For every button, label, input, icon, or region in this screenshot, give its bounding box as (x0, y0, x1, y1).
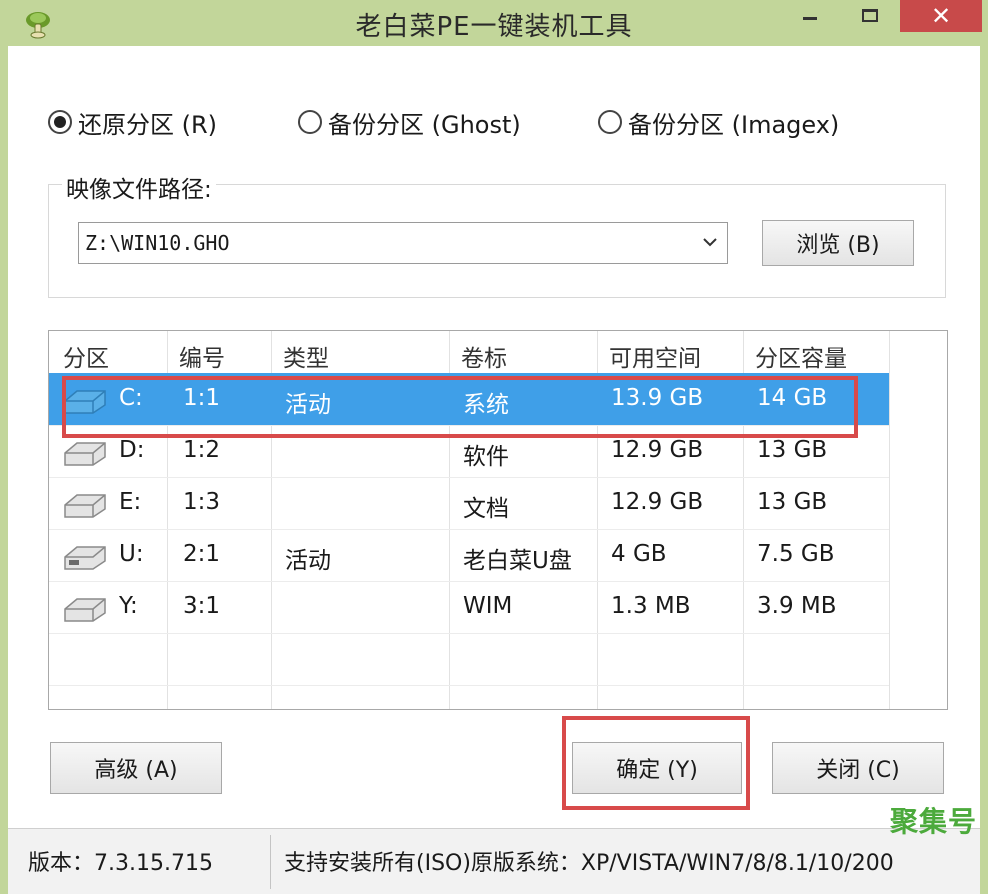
radio-unselected-icon (298, 110, 322, 134)
status-divider (270, 835, 271, 889)
table-row-d[interactable]: D: 1:2 软件 12.9 GB 13 GB (49, 425, 889, 477)
maximize-icon (862, 8, 878, 22)
cell-capacity: 13 GB (757, 437, 828, 463)
column-header-type[interactable]: 类型 (283, 339, 329, 373)
cell-free: 1.3 MB (611, 593, 691, 619)
image-path-value: Z:\WIN10.GHO (85, 231, 230, 255)
cell-type: 活动 (285, 392, 331, 418)
column-header-capacity[interactable]: 分区容量 (755, 339, 847, 373)
cell-number: 1:3 (183, 489, 221, 515)
cell-label: WIM (463, 593, 513, 619)
title-bar[interactable]: 老白菜PE一键装机工具 ✕ (8, 0, 982, 46)
hard-drive-icon (64, 390, 106, 414)
chevron-down-icon[interactable] (701, 233, 719, 251)
cell-label: 文档 (463, 496, 509, 522)
cell-number: 1:1 (183, 385, 221, 411)
cell-number: 3:1 (183, 593, 221, 619)
row-divider (49, 529, 889, 530)
maximize-button[interactable] (850, 0, 890, 30)
close-icon: ✕ (930, 2, 952, 30)
image-path-label: 映像文件路径: (62, 170, 216, 204)
cell-number: 1:2 (183, 437, 221, 463)
minimize-icon (803, 16, 817, 20)
radio-backup-imagex[interactable]: 备份分区 (Imagex) (598, 106, 840, 139)
cell-type: 活动 (285, 548, 331, 574)
cell-drive: U: (119, 541, 144, 567)
cell-drive: E: (119, 489, 142, 515)
radio-backup-ghost[interactable]: 备份分区 (Ghost) (298, 106, 521, 139)
row-divider (49, 477, 889, 478)
window-title: 老白菜PE一键装机工具 (355, 12, 633, 42)
table-row-c[interactable]: C: 1:1 活动 系统 13.9 GB 14 GB (49, 373, 889, 425)
cell-free: 4 GB (611, 541, 667, 567)
status-bar: 版本：7.3.15.715 支持安装所有(ISO)原版系统：XP/VISTA/W… (8, 828, 980, 894)
watermark-text: 聚集号 (890, 805, 978, 838)
row-divider (49, 581, 889, 582)
column-divider (889, 331, 890, 709)
cell-drive: Y: (119, 593, 138, 619)
cell-label: 系统 (463, 392, 509, 418)
cell-number: 2:1 (183, 541, 221, 567)
table-row-e[interactable]: E: 1:3 文档 12.9 GB 13 GB (49, 477, 889, 529)
ok-button[interactable]: 确定 (Y) (572, 742, 742, 794)
column-header-free-space[interactable]: 可用空间 (609, 339, 701, 373)
minimize-button[interactable] (790, 0, 830, 30)
cell-free: 12.9 GB (611, 489, 704, 515)
hard-drive-icon (64, 598, 106, 622)
advanced-button[interactable]: 高级 (A) (50, 742, 222, 794)
table-row-y[interactable]: Y: 3:1 WIM 1.3 MB 3.9 MB (49, 581, 889, 633)
radio-backup-ghost-label: 备份分区 (Ghost) (328, 110, 521, 139)
close-dialog-button[interactable]: 关闭 (C) (772, 742, 944, 794)
radio-restore-partition[interactable]: 还原分区 (R) (48, 106, 218, 139)
hard-drive-icon (64, 494, 106, 518)
hard-drive-icon (64, 442, 106, 466)
support-text: 支持安装所有(ISO)原版系统：XP/VISTA/WIN7/8/8.1/10/2… (284, 851, 894, 876)
partition-list-header: 分区 编号 类型 卷标 可用空间 分区容量 (49, 331, 947, 373)
cell-free: 12.9 GB (611, 437, 704, 463)
cell-drive: C: (119, 385, 143, 411)
version-text: 版本：7.3.15.715 (28, 851, 213, 876)
cell-free: 13.9 GB (611, 385, 704, 411)
cell-label: 软件 (463, 444, 509, 470)
table-row-u[interactable]: U: 2:1 活动 老白菜U盘 4 GB 7.5 GB (49, 529, 889, 581)
column-header-label[interactable]: 卷标 (461, 339, 507, 373)
cell-label: 老白菜U盘 (463, 548, 572, 574)
cell-drive: D: (119, 437, 145, 463)
cell-capacity: 14 GB (757, 385, 828, 411)
cell-capacity: 13 GB (757, 489, 828, 515)
row-divider (49, 685, 889, 686)
image-path-combobox[interactable]: Z:\WIN10.GHO (78, 222, 728, 264)
radio-selected-icon (48, 110, 72, 134)
radio-unselected-icon (598, 110, 622, 134)
app-window: 老白菜PE一键装机工具 ✕ 还原分区 (R) 备份分区 (Ghost) 备份分区… (0, 0, 988, 894)
radio-restore-label: 还原分区 (R) (78, 110, 218, 139)
radio-backup-imagex-label: 备份分区 (Imagex) (628, 110, 840, 139)
browse-button[interactable]: 浏览 (B) (762, 220, 914, 266)
row-divider (49, 633, 889, 634)
partition-list[interactable]: 分区 编号 类型 卷标 可用空间 分区容量 C: 1:1 活动 系统 13.9 … (48, 330, 948, 710)
row-divider (49, 425, 889, 426)
cell-capacity: 3.9 MB (757, 593, 837, 619)
column-header-number[interactable]: 编号 (179, 339, 225, 373)
dialog-body: 还原分区 (R) 备份分区 (Ghost) 备份分区 (Imagex) 映像文件… (8, 46, 980, 894)
column-header-partition[interactable]: 分区 (63, 339, 109, 373)
close-button[interactable]: ✕ (900, 0, 982, 32)
cell-capacity: 7.5 GB (757, 541, 835, 567)
usb-drive-icon (64, 546, 106, 570)
